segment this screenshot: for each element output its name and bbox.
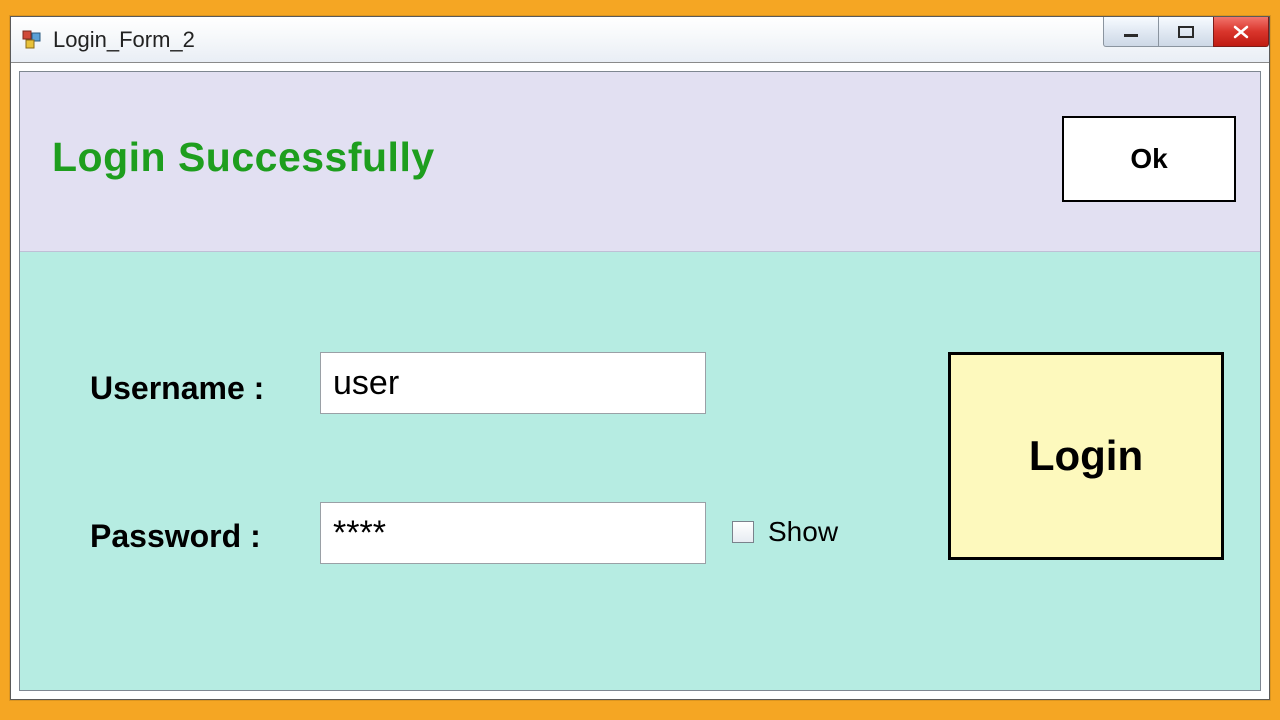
login-button-label: Login (1029, 432, 1143, 480)
ok-button[interactable]: Ok (1062, 116, 1236, 202)
show-password-label: Show (768, 516, 838, 548)
close-button[interactable] (1213, 17, 1269, 47)
app-window: Login_Form_2 Login Successfully Ok Usern… (10, 16, 1270, 700)
ok-button-label: Ok (1130, 143, 1167, 175)
app-icon (21, 29, 43, 51)
username-input[interactable] (320, 352, 706, 414)
minimize-button[interactable] (1103, 17, 1159, 47)
password-input[interactable] (320, 502, 706, 564)
show-password-checkbox[interactable] (732, 521, 754, 543)
maximize-button[interactable] (1158, 17, 1214, 47)
window-title: Login_Form_2 (53, 27, 195, 53)
login-form: Username : Password : Show Login (20, 252, 1260, 690)
success-message: Login Successfully (52, 134, 435, 181)
login-button[interactable]: Login (948, 352, 1224, 560)
notice-panel: Login Successfully Ok (20, 72, 1260, 252)
show-password-group: Show (732, 516, 838, 548)
password-label: Password : (90, 518, 261, 555)
window-controls (1104, 17, 1269, 47)
title-bar[interactable]: Login_Form_2 (11, 17, 1269, 63)
client-area: Login Successfully Ok Username : Passwor… (19, 71, 1261, 691)
username-label: Username : (90, 370, 264, 407)
